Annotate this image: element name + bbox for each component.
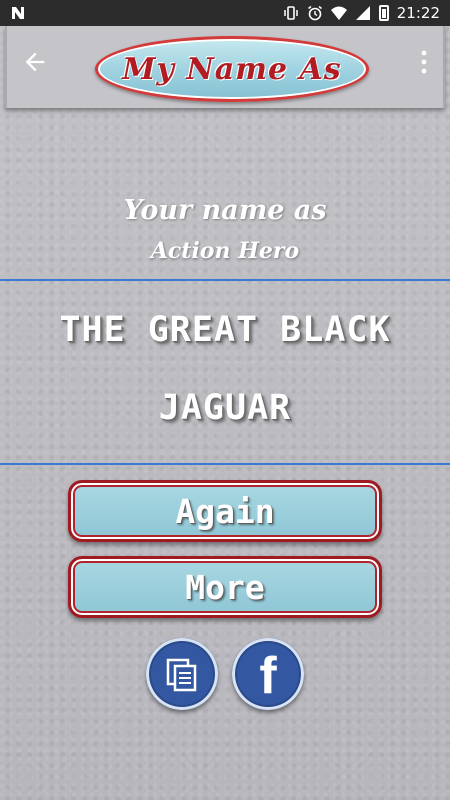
again-button[interactable]: Again (68, 480, 382, 542)
copy-icon (166, 658, 197, 692)
app-logo: My Name As (95, 36, 369, 102)
again-button-label: Again (175, 491, 275, 531)
wifi-icon (330, 6, 347, 20)
divider-bottom (0, 463, 450, 465)
heading-category: Action Hero (150, 238, 300, 264)
divider-top (0, 279, 450, 281)
result-line-1: THE GREAT BLACK (59, 310, 391, 350)
facebook-icon: f (259, 647, 277, 705)
copy-button[interactable] (146, 638, 218, 710)
more-button-label: More (185, 567, 265, 607)
battery-icon (378, 5, 389, 21)
app-toolbar: My Name As (5, 26, 445, 108)
alarm-icon (307, 5, 322, 21)
result-line-2: JAGUAR (158, 388, 292, 428)
main-content: Your name as Action Hero THE GREAT BLACK… (0, 0, 450, 800)
more-button[interactable]: More (68, 556, 382, 618)
notification-n-icon (12, 7, 24, 19)
facebook-share-button[interactable]: f (232, 638, 304, 710)
status-time: 21:22 (396, 4, 440, 22)
signal-icon (355, 6, 370, 20)
arrow-back-icon[interactable] (21, 48, 49, 76)
logo-text: My Name As (122, 51, 342, 87)
status-bar: 21:22 (0, 0, 450, 26)
more-vert-icon[interactable] (415, 46, 433, 78)
vibrate-icon (284, 6, 298, 20)
heading-your-name-as: Your name as (123, 195, 327, 226)
